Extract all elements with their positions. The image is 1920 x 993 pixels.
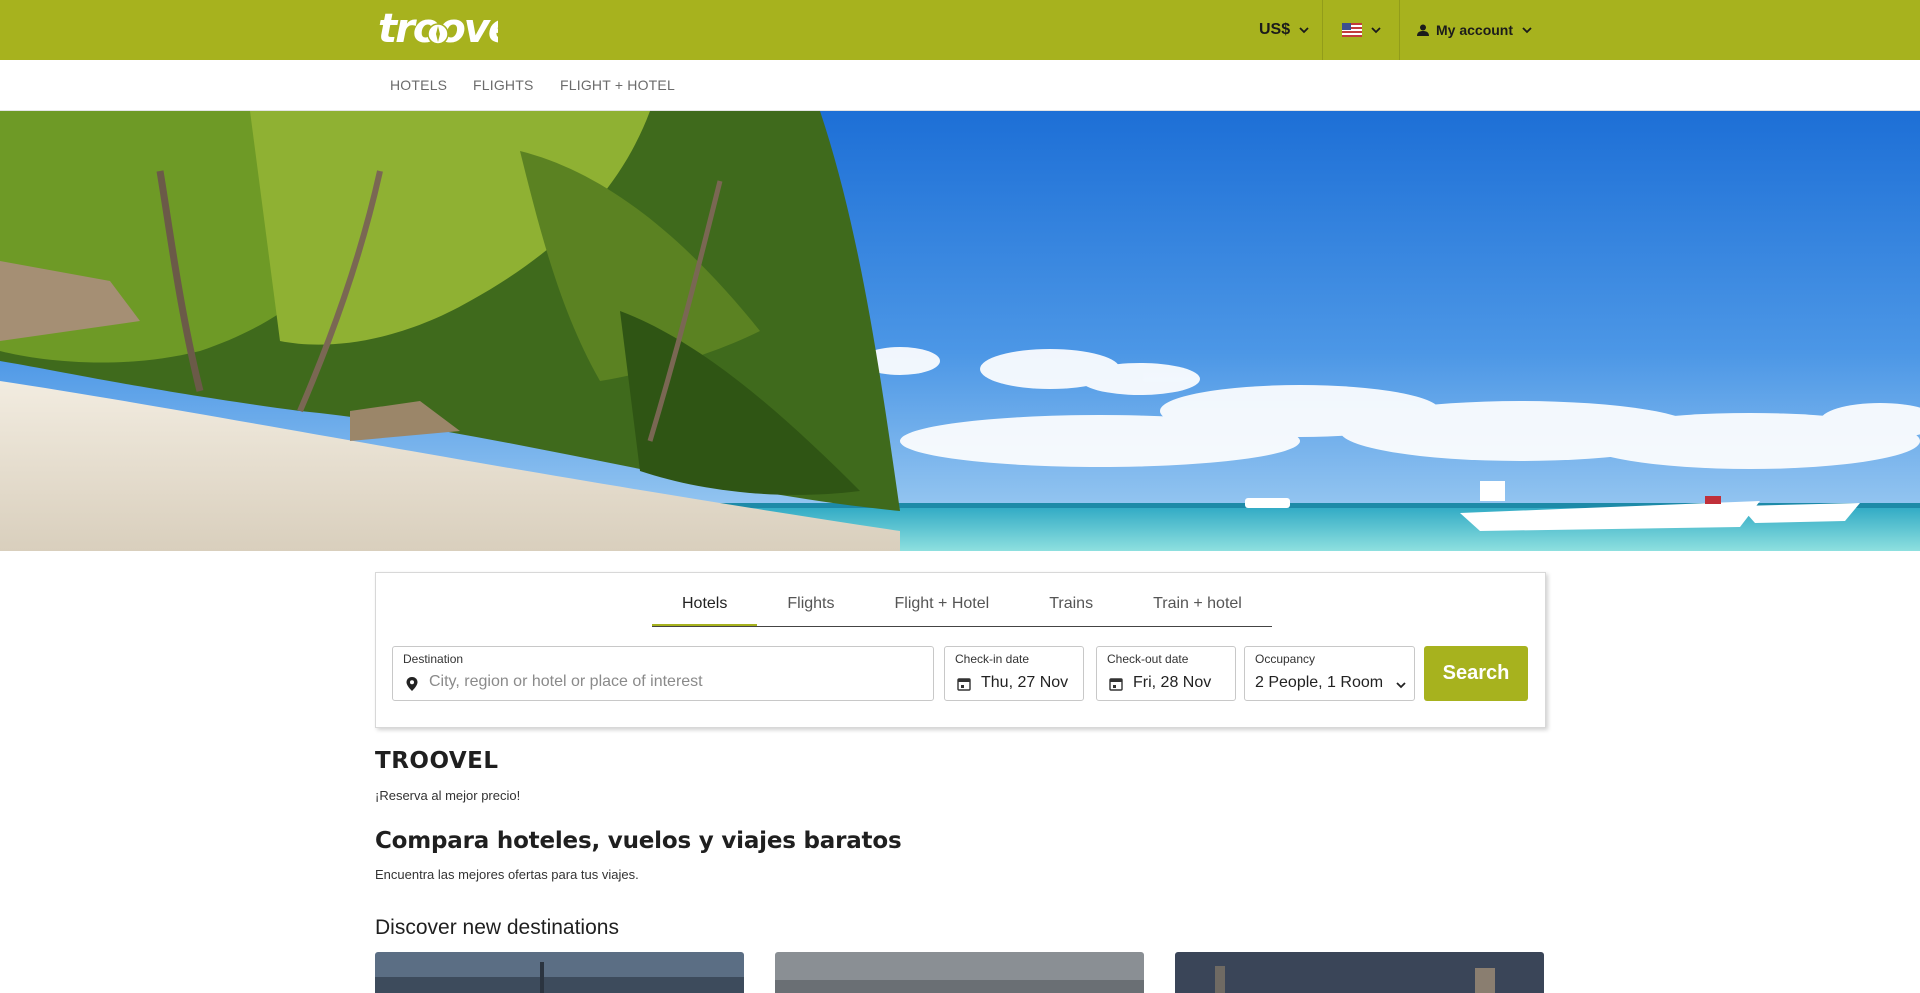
troovel-logo-image: troovel: [378, 6, 530, 52]
calendar-icon: [957, 678, 971, 691]
brand-tagline: ¡Reserva al mejor precio!: [375, 788, 521, 803]
occupancy-selector[interactable]: Occupancy 2 People, 1 Room: [1244, 646, 1415, 701]
tab-hotels[interactable]: Hotels: [652, 573, 758, 626]
destination-card[interactable]: [775, 952, 1144, 993]
hero-beach-image: [0, 111, 1920, 551]
nav-hotels[interactable]: HOTELS: [390, 60, 447, 110]
nav-flight-hotel[interactable]: FLIGHT + HOTEL: [560, 60, 675, 110]
destination-image: [775, 952, 1144, 993]
user-icon: [1417, 24, 1429, 36]
checkout-label: Check-out date: [1107, 652, 1189, 666]
destinations-heading: Discover new destinations: [375, 916, 619, 939]
brand-title: TROOVEL: [375, 748, 499, 774]
checkout-value: Fri, 28 Nov: [1133, 674, 1212, 691]
top-bar: troovel US$ My account: [0, 0, 1920, 60]
destination-image: [375, 952, 744, 993]
checkin-value: Thu, 27 Nov: [981, 674, 1069, 691]
location-pin-icon: [406, 677, 418, 691]
us-flag-icon: [1342, 23, 1362, 37]
checkout-field[interactable]: Check-out date Fri, 28 Nov: [1096, 646, 1236, 701]
tab-flights[interactable]: Flights: [757, 573, 864, 626]
tab-trains[interactable]: Trains: [1019, 573, 1123, 626]
destination-card[interactable]: [375, 952, 744, 993]
nav-flights[interactable]: FLIGHTS: [473, 60, 534, 110]
checkin-field[interactable]: Check-in date Thu, 27 Nov: [944, 646, 1084, 701]
chevron-down-icon: [1299, 27, 1309, 34]
occupancy-value: 2 People, 1 Room: [1255, 674, 1384, 691]
currency-label: US$: [1259, 21, 1291, 38]
search-tabs: Hotels Flights Flight + Hotel Trains Tra…: [652, 573, 1272, 627]
destination-image: [1175, 952, 1544, 993]
beach-illustration: [0, 111, 1920, 551]
calendar-icon: [1109, 678, 1123, 691]
my-account-menu[interactable]: My account: [1416, 0, 1533, 60]
divider: [1399, 0, 1400, 60]
destination-field[interactable]: Destination: [392, 646, 934, 701]
main-heading: Compara hoteles, vuelos y viajes baratos: [375, 828, 902, 854]
destination-label: Destination: [403, 652, 464, 666]
chevron-down-icon: [1396, 682, 1406, 689]
troovel-logo[interactable]: troovel: [378, 4, 530, 54]
destination-card[interactable]: [1175, 952, 1544, 993]
chevron-down-icon: [1371, 27, 1381, 34]
tab-train-hotel[interactable]: Train + hotel: [1123, 573, 1272, 626]
checkin-label: Check-in date: [955, 652, 1030, 666]
divider: [1322, 0, 1323, 60]
destination-input[interactable]: [429, 671, 919, 693]
search-button[interactable]: Search: [1424, 646, 1528, 701]
search-panel: Hotels Flights Flight + Hotel Trains Tra…: [375, 572, 1546, 728]
main-subheading: Encuentra las mejores ofertas para tus v…: [375, 867, 639, 882]
tab-flight-hotel[interactable]: Flight + Hotel: [864, 573, 1019, 626]
language-selector[interactable]: [1342, 0, 1382, 60]
occupancy-label: Occupancy: [1255, 652, 1316, 666]
currency-selector[interactable]: US$: [1259, 0, 1310, 60]
sub-navigation: HOTELS FLIGHTS FLIGHT + HOTEL: [0, 60, 1920, 111]
chevron-down-icon: [1522, 27, 1532, 34]
account-label: My account: [1436, 22, 1514, 38]
